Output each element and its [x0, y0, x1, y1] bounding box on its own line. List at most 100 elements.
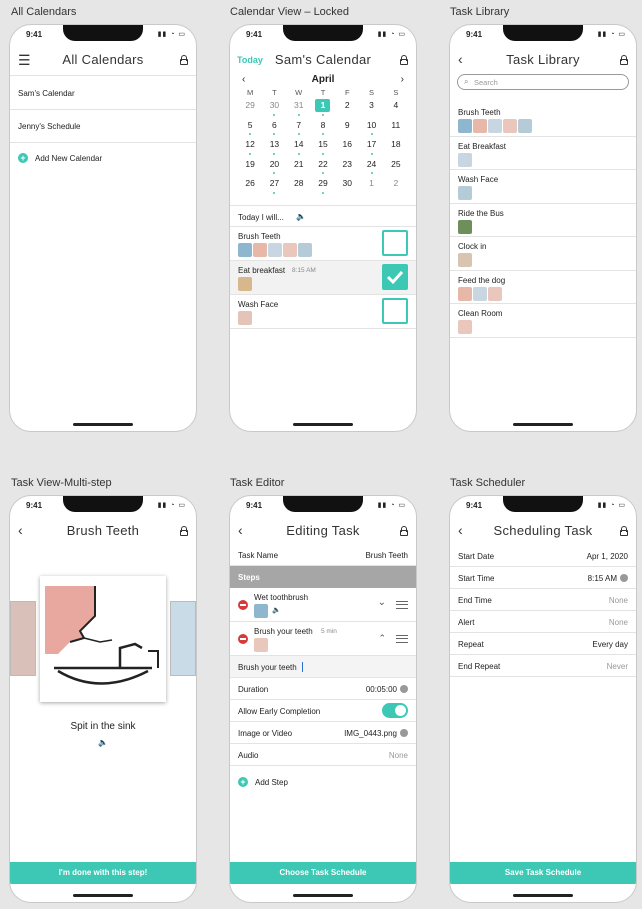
step-row-brush-your-teeth[interactable]: Brush your teeth 5 min ⌃: [230, 622, 416, 656]
calendar-day[interactable]: 22: [311, 158, 335, 178]
calendar-day[interactable]: 28: [287, 177, 311, 197]
calendar-day[interactable]: 11: [384, 119, 408, 139]
speaker-icon[interactable]: 🔈: [10, 738, 196, 747]
clear-icon[interactable]: [400, 729, 408, 737]
calendar-day[interactable]: 19: [238, 158, 262, 178]
library-task-row[interactable]: Eat Breakfast: [450, 137, 636, 170]
library-task-row[interactable]: Brush Teeth: [450, 103, 636, 137]
task-checkbox[interactable]: [382, 298, 408, 324]
calendar-day[interactable]: 10: [359, 119, 383, 139]
task-checkbox-checked[interactable]: [382, 264, 408, 290]
calendar-day[interactable]: 15: [311, 138, 335, 158]
lock-icon[interactable]: [400, 526, 408, 536]
lock-icon[interactable]: [180, 526, 188, 536]
choose-task-schedule-button[interactable]: Choose Task Schedule: [230, 862, 416, 884]
task-name-value[interactable]: Brush Teeth: [365, 551, 408, 560]
calendar-day[interactable]: 30: [262, 99, 286, 119]
done-step-button[interactable]: I'm done with this step!: [10, 862, 196, 884]
calendar-day[interactable]: 9: [335, 119, 359, 139]
end-time-row[interactable]: End Time None: [450, 589, 636, 611]
duration-row[interactable]: Duration 00:05:00: [230, 678, 416, 700]
start-time-row[interactable]: Start Time 8:15 AM: [450, 567, 636, 589]
search-placeholder: Search: [474, 78, 498, 87]
calendar-day[interactable]: 29: [311, 177, 335, 197]
library-task-row[interactable]: Wash Face: [450, 170, 636, 204]
start-date-row[interactable]: Start Date Apr 1, 2020: [450, 545, 636, 567]
task-row-eat-breakfast[interactable]: Eat breakfast 8:15 AM: [230, 261, 416, 295]
library-task-row[interactable]: Feed the dog: [450, 271, 636, 304]
speaker-icon[interactable]: 🔈: [272, 606, 281, 614]
add-step-button[interactable]: + Add Step: [230, 772, 416, 794]
search-input[interactable]: ⌕ Search: [457, 74, 629, 90]
calendar-day[interactable]: 1: [311, 99, 335, 119]
image-value-wrap[interactable]: IMG_0443.png: [344, 729, 408, 738]
lock-icon[interactable]: [400, 55, 408, 65]
task-row-wash-face[interactable]: Wash Face: [230, 295, 416, 329]
previous-step-image[interactable]: [10, 601, 36, 676]
delete-step-icon[interactable]: [238, 634, 248, 644]
calendar-day[interactable]: 20: [262, 158, 286, 178]
lock-icon[interactable]: [180, 55, 188, 65]
calendar-day[interactable]: 29: [238, 99, 262, 119]
step-text-field[interactable]: Brush your teeth: [230, 656, 416, 678]
next-month-chevron-icon[interactable]: ›: [401, 74, 404, 85]
task-checkbox[interactable]: [382, 230, 408, 256]
calendar-day[interactable]: 14: [287, 138, 311, 158]
next-step-image[interactable]: [170, 601, 196, 676]
audio-row[interactable]: Audio None: [230, 744, 416, 766]
library-task-row[interactable]: Clean Room: [450, 304, 636, 338]
chevron-up-icon[interactable]: ⌃: [378, 633, 386, 644]
repeat-row[interactable]: Repeat Every day: [450, 633, 636, 655]
calendar-day[interactable]: 25: [384, 158, 408, 178]
lock-icon[interactable]: [620, 55, 628, 65]
alert-row[interactable]: Alert None: [450, 611, 636, 633]
calendar-day[interactable]: 5: [238, 119, 262, 139]
delete-step-icon[interactable]: [238, 600, 248, 610]
calendar-day[interactable]: 18: [384, 138, 408, 158]
calendar-item-jennys[interactable]: Jenny's Schedule: [10, 110, 196, 143]
calendar-day[interactable]: 7: [287, 119, 311, 139]
lock-icon[interactable]: [620, 526, 628, 536]
step-text-value[interactable]: Brush your teeth: [238, 663, 297, 672]
library-task-row[interactable]: Ride the Bus: [450, 204, 636, 237]
allow-early-completion-toggle[interactable]: [382, 703, 408, 718]
calendar-day[interactable]: 24: [359, 158, 383, 178]
drag-handle-icon[interactable]: [396, 635, 408, 643]
calendar-day[interactable]: 8: [311, 119, 335, 139]
duration-value-wrap[interactable]: 00:05:00: [366, 685, 408, 694]
image-or-video-row[interactable]: Image or Video IMG_0443.png: [230, 722, 416, 744]
calendar-day[interactable]: 4: [384, 99, 408, 119]
calendar-day[interactable]: 6: [262, 119, 286, 139]
task-name-row[interactable]: Task Name Brush Teeth: [230, 546, 416, 566]
calendar-day[interactable]: 1: [359, 177, 383, 197]
status-icons: ▮▮ ◔ ▭: [157, 31, 186, 38]
add-new-calendar-button[interactable]: + Add New Calendar: [10, 143, 196, 173]
drag-handle-icon[interactable]: [396, 601, 408, 609]
calendar-day[interactable]: 27: [262, 177, 286, 197]
library-task-row[interactable]: Clock in: [450, 237, 636, 271]
calendar-day[interactable]: 12: [238, 138, 262, 158]
calendar-day[interactable]: 2: [384, 177, 408, 197]
calendar-day[interactable]: 3: [359, 99, 383, 119]
calendar-day[interactable]: 13: [262, 138, 286, 158]
end-repeat-row[interactable]: End Repeat Never: [450, 655, 636, 677]
calendar-item-sams[interactable]: Sam's Calendar: [10, 77, 196, 110]
event-dot: [370, 172, 373, 174]
task-row-brush-teeth[interactable]: Brush Teeth: [230, 227, 416, 261]
clear-icon[interactable]: [620, 574, 628, 582]
clear-icon[interactable]: [400, 685, 408, 693]
start-time-wrap[interactable]: 8:15 AM: [588, 574, 628, 583]
calendar-day[interactable]: 31: [287, 99, 311, 119]
save-task-schedule-button[interactable]: Save Task Schedule: [450, 862, 636, 884]
step-row-wet-toothbrush[interactable]: Wet toothbrush 🔈 ⌄: [230, 588, 416, 622]
calendar-day[interactable]: 16: [335, 138, 359, 158]
calendar-day[interactable]: 21: [287, 158, 311, 178]
image-value: IMG_0443.png: [344, 729, 397, 738]
calendar-day[interactable]: 2: [335, 99, 359, 119]
calendar-day[interactable]: 17: [359, 138, 383, 158]
speaker-icon[interactable]: 🔈: [296, 212, 306, 221]
calendar-day[interactable]: 30: [335, 177, 359, 197]
chevron-down-icon[interactable]: ⌄: [378, 597, 386, 608]
calendar-day[interactable]: 26: [238, 177, 262, 197]
calendar-day[interactable]: 23: [335, 158, 359, 178]
